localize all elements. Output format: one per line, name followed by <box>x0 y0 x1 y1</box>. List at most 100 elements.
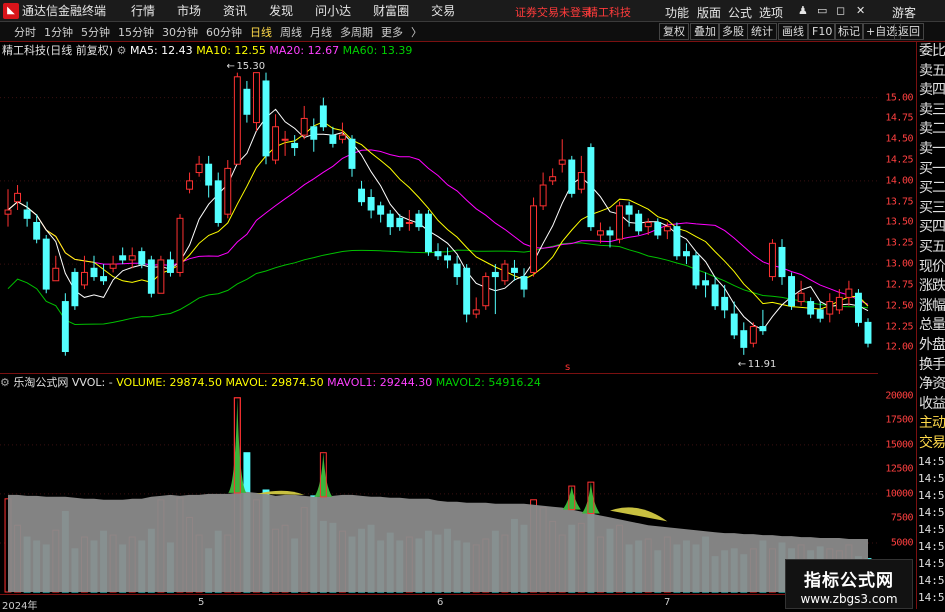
toolbar-button-2[interactable]: 多股 <box>718 23 748 40</box>
restore-window-icon[interactable]: ◻ <box>836 4 845 17</box>
price-tick: 12.75 <box>885 279 913 291</box>
quote-field-label[interactable]: 卖一 <box>917 140 945 160</box>
toolbar-button-6[interactable]: 标记 <box>834 23 864 40</box>
period-tab-0[interactable]: 分时 <box>10 24 40 40</box>
trade-time: 14:56 <box>918 489 945 503</box>
menu-options[interactable]: 选项 <box>759 4 783 21</box>
menu-item-6[interactable]: 交易 <box>420 2 466 19</box>
date-tick: 6 <box>437 597 444 608</box>
user-icon[interactable]: ♟ <box>798 4 808 17</box>
quote-field-label[interactable]: 外盘 <box>917 336 945 356</box>
candle <box>778 239 786 285</box>
period-tab-9[interactable]: 多周期 <box>336 24 377 40</box>
candle <box>539 172 547 210</box>
login-notice[interactable]: 证券交易未登录 <box>515 4 592 20</box>
menu-item-0[interactable]: 行情 <box>120 2 166 19</box>
candle <box>186 172 194 194</box>
period-tab-3[interactable]: 15分钟 <box>114 24 158 40</box>
candle <box>826 293 834 323</box>
candle <box>310 118 318 152</box>
trade-label[interactable]: 交易 <box>917 434 945 454</box>
period-tab-2[interactable]: 5分钟 <box>77 24 114 40</box>
quote-field-label[interactable]: 委比 <box>917 42 945 62</box>
quote-field-label[interactable]: 卖二 <box>917 120 945 140</box>
title-bar: ◣ 通达信金融终端 行情 市场 资讯 发现 问小达 财富圈 交易 证券交易未登录 精工科技 … <box>0 0 945 22</box>
candle <box>549 168 557 186</box>
quote-side-panel: 委比 卖五 卖四 卖三 卖二 卖一 买一 买二 买三 买四 买五 现价 涨跌 涨幅 总量 外盘 换手 净资 收益 主动… <box>916 42 945 609</box>
main-menu: 行情 市场 资讯 发现 问小达 财富圈 交易 <box>120 2 466 19</box>
candle <box>348 135 356 177</box>
stock-tag[interactable]: 精工科技 <box>587 4 631 20</box>
menu-item-1[interactable]: 市场 <box>166 2 212 19</box>
candle <box>367 189 375 219</box>
quote-field-label[interactable]: 卖五 <box>917 62 945 82</box>
candle <box>587 143 595 231</box>
trade-label[interactable]: 主动 <box>917 414 945 434</box>
candle <box>424 210 432 256</box>
quote-field-label[interactable]: 换手 <box>917 356 945 376</box>
toolbar-button-0[interactable]: 复权 <box>659 23 689 40</box>
toolbar-button-1[interactable]: 叠加 <box>690 23 720 40</box>
candle <box>682 243 690 265</box>
quote-field-label[interactable]: 卖三 <box>917 101 945 121</box>
period-tab-4[interactable]: 30分钟 <box>158 24 202 40</box>
candle <box>510 259 518 281</box>
candle <box>109 255 117 273</box>
toolbar-button-8[interactable]: 返回 <box>894 23 924 40</box>
quote-field-label[interactable]: 买四 <box>917 218 945 238</box>
candle <box>845 280 853 306</box>
menu-item-5[interactable]: 财富圈 <box>362 2 420 19</box>
menu-formula[interactable]: 公式 <box>728 4 752 21</box>
toolbar-button-5[interactable]: F10 <box>808 23 837 40</box>
quote-field-label[interactable]: 买五 <box>917 238 945 258</box>
period-tab-10[interactable]: 更多 <box>377 24 407 40</box>
period-tab-6[interactable]: 日线 <box>246 24 276 40</box>
menu-item-2[interactable]: 资讯 <box>212 2 258 19</box>
volume-chart[interactable] <box>0 374 878 594</box>
candle <box>702 272 710 298</box>
candle <box>673 222 681 260</box>
quote-field-label[interactable]: 买三 <box>917 199 945 219</box>
menu-item-3[interactable]: 发现 <box>258 2 304 19</box>
period-tab-1[interactable]: 1分钟 <box>40 24 77 40</box>
toolbar-button-3[interactable]: 统计 <box>747 23 777 40</box>
guest-label[interactable]: 游客 <box>892 4 916 21</box>
period-tab-8[interactable]: 月线 <box>306 24 336 40</box>
candle <box>71 268 79 310</box>
toolbar-button-4[interactable]: 画线 <box>778 23 808 40</box>
candle <box>90 255 98 281</box>
candle <box>377 201 385 223</box>
quote-field-label[interactable]: 涨幅 <box>917 297 945 317</box>
kline-chart[interactable]: 15.30←11.91←s <box>0 42 878 374</box>
candle <box>453 255 461 285</box>
candle <box>635 210 643 235</box>
quote-field-label[interactable]: 卖四 <box>917 81 945 101</box>
price-tick: 14.00 <box>885 175 913 187</box>
volume-tick: 10000 <box>885 488 913 500</box>
candle <box>491 264 499 315</box>
more-chevron-icon[interactable]: 〉 <box>407 24 426 40</box>
quote-field-label[interactable]: 总量 <box>917 316 945 336</box>
period-tab-7[interactable]: 周线 <box>276 24 306 40</box>
trade-time: 14:56 <box>918 506 945 520</box>
minimize-window-icon[interactable]: ▭ <box>817 4 827 17</box>
quote-field-label[interactable]: 现价 <box>917 258 945 278</box>
period-toolbar: 分时 1分钟 5分钟 15分钟 30分钟 60分钟 日线 周线 月线 多周期 更多〉 复权 叠加 多股统… <box>0 22 945 42</box>
quote-field-label[interactable]: 收益 <box>917 395 945 415</box>
menu-item-4[interactable]: 问小达 <box>304 2 362 19</box>
close-icon[interactable]: ✕ <box>856 4 865 17</box>
quote-field-label[interactable]: 买一 <box>917 160 945 180</box>
menu-function[interactable]: 功能 <box>665 4 689 21</box>
app-title: 通达信金融终端 <box>22 4 107 18</box>
trade-time: 14:56 <box>918 591 945 605</box>
quote-field-label[interactable]: 净资 <box>917 375 945 395</box>
quote-field-label[interactable]: 买二 <box>917 179 945 199</box>
menu-layout[interactable]: 版面 <box>697 4 721 21</box>
price-tick: 13.00 <box>885 258 913 270</box>
candle <box>157 255 165 294</box>
period-tab-5[interactable]: 60分钟 <box>202 24 246 40</box>
candle <box>797 280 805 306</box>
vvol-spike <box>314 452 333 497</box>
quote-field-label[interactable]: 涨跌 <box>917 277 945 297</box>
candle <box>568 155 576 198</box>
